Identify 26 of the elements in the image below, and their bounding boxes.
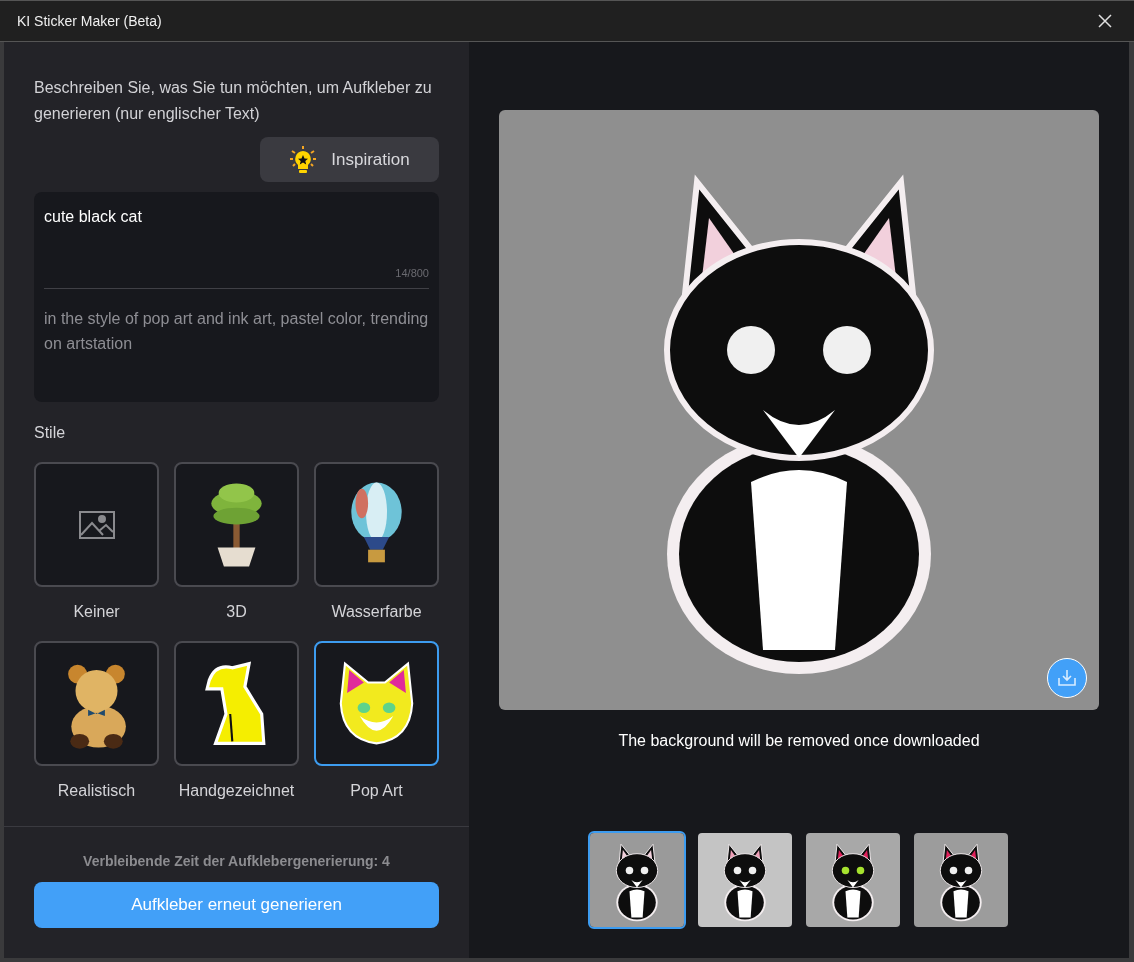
inspiration-button[interactable]: Inspiration [260,137,439,182]
close-icon [1098,14,1112,28]
remaining-count-text: Verbleibende Zeit der Aufklebergenerierung: 4 [83,852,390,871]
lightbulb-icon [289,144,318,175]
style-tile[interactable] [34,641,159,766]
style-label: Pop Art [350,781,403,801]
download-icon [1057,669,1077,687]
prompt-field[interactable]: cute black cat 14/800 in the style of pop art and ink art, pastel color, trending on artstation [34,192,439,402]
instruction-text: Beschreiben Sie, was Sie tun möchten, um Aufkleber zu generieren (nur englischer Text) [34,78,433,124]
image-icon [78,510,115,539]
style-label: Keiner [73,602,120,622]
close-button[interactable] [1096,12,1114,30]
style-label: Realistisch [57,781,136,801]
style-suffix-text: in the style of pop art and ink art, pastel color, trending on artstation [44,308,429,354]
style-label: Wasserfarbe [331,602,422,622]
style-tile[interactable] [174,641,299,766]
style-tile[interactable] [174,462,299,587]
style-tile[interactable] [314,641,439,766]
style-tile[interactable] [34,462,159,587]
window-title: KI Sticker Maker (Beta) [17,11,162,31]
style-tile[interactable] [314,462,439,587]
styles-heading: Stile [34,423,67,443]
style-label: Handgezeichnet [178,781,295,801]
preview-caption: The background will be removed once downloaded [618,731,980,751]
character-counter: 14/800 [395,266,429,281]
style-label: 3D [226,602,247,622]
